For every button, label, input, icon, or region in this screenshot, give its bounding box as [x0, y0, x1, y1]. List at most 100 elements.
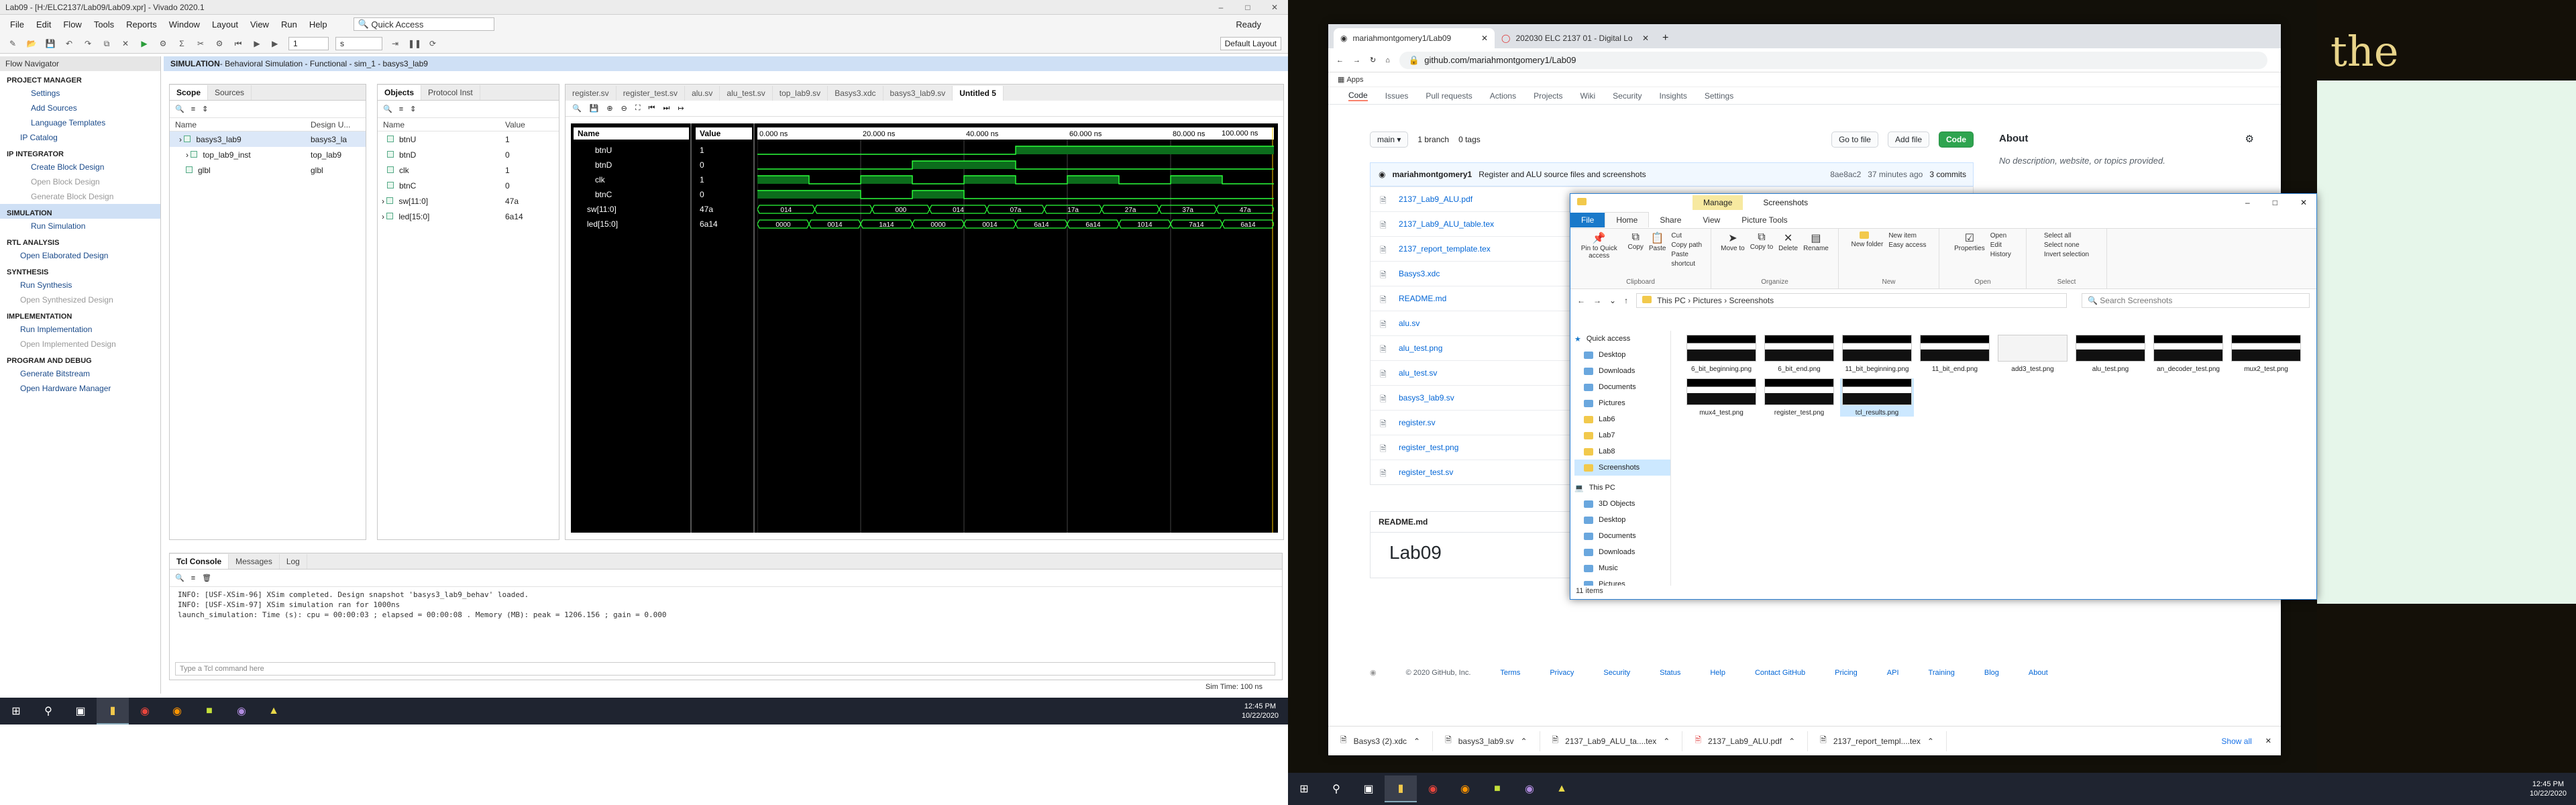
search-icon[interactable]: 🔍: [383, 105, 392, 113]
repo-nav-code[interactable]: Code: [1348, 91, 1368, 101]
flow-run-synthesis[interactable]: Run Synthesis: [0, 278, 160, 292]
tab-log[interactable]: Log: [280, 554, 307, 569]
tab-objects[interactable]: Objects: [378, 85, 422, 100]
repo-nav-insights[interactable]: Insights: [1660, 91, 1687, 101]
move-to-button[interactable]: ➤ Move to: [1721, 231, 1745, 252]
chrome-icon[interactable]: ◉: [129, 698, 161, 724]
back-icon[interactable]: ←: [1577, 296, 1585, 305]
tags-link[interactable]: 0 tags: [1458, 135, 1481, 144]
zoom-in-icon[interactable]: ⊕: [606, 104, 612, 113]
up-icon[interactable]: ↑: [1624, 296, 1628, 305]
file-explorer-icon[interactable]: ▮: [97, 698, 129, 724]
firefox-icon[interactable]: ◉: [161, 698, 193, 724]
paste-button[interactable]: 📋 Paste: [1649, 231, 1666, 269]
system-clock[interactable]: 12:45 PM 10/22/2020: [1242, 702, 1279, 720]
forward-icon[interactable]: →: [1353, 56, 1360, 64]
wave-signal-name[interactable]: led[15:0]: [587, 217, 618, 231]
marker-icon[interactable]: ↦: [678, 104, 684, 113]
flow-open-synthesized-design[interactable]: Open Synthesized Design: [0, 292, 160, 307]
collapse-icon[interactable]: ≡: [191, 574, 195, 582]
maximize-icon[interactable]: □: [1234, 3, 1261, 12]
invert-selection-button[interactable]: Invert selection: [2044, 250, 2089, 260]
download-item[interactable]: 🗎 2137_Lab9_ALU_ta....tex ⌃: [1540, 731, 1683, 751]
tree-item[interactable]: Lab8: [1574, 443, 1670, 460]
section-project-manager[interactable]: PROJECT MANAGER: [0, 71, 160, 86]
tree-item[interactable]: 💻 This PC: [1574, 480, 1670, 496]
zoom-out-icon[interactable]: ⊖: [621, 104, 627, 113]
address-bar[interactable]: 🔒 github.com/mariahmontgomery1/Lab09: [1399, 51, 2267, 69]
new-tab-icon[interactable]: +: [1656, 32, 1675, 48]
properties-button[interactable]: ☑ Properties: [1954, 231, 1985, 260]
file-thumbnail[interactable]: register_test.png: [1762, 378, 1836, 417]
branches-link[interactable]: 1 branch: [1417, 135, 1449, 144]
scope-row[interactable]: › basys3_lab9 basys3_la: [170, 131, 366, 147]
app-icon[interactable]: ▲: [1546, 775, 1578, 802]
tab-register-sv[interactable]: register.sv: [566, 86, 616, 101]
file-thumbnail[interactable]: 11_bit_beginning.png: [1840, 335, 1914, 373]
menu-edit[interactable]: Edit: [30, 19, 57, 30]
section-program-debug[interactable]: PROGRAM AND DEBUG: [0, 352, 160, 366]
menu-layout[interactable]: Layout: [206, 19, 244, 30]
section-synthesis[interactable]: SYNTHESIS: [0, 263, 160, 278]
app-icon[interactable]: ▲: [258, 698, 290, 724]
select-all-button[interactable]: Select all: [2044, 231, 2089, 241]
browser-tab[interactable]: ◯ 202030 ELC 2137 01 - Digital Lo ✕: [1495, 28, 1656, 48]
collapse-icon[interactable]: ≡: [191, 105, 195, 113]
expand-icon[interactable]: ⇕: [202, 105, 208, 113]
clear-icon[interactable]: 🗑: [202, 574, 211, 582]
repo-nav-actions[interactable]: Actions: [1490, 91, 1516, 101]
run-for-icon[interactable]: ▶: [270, 38, 282, 50]
break-icon[interactable]: ❚❚: [408, 38, 421, 50]
scope-row[interactable]: › top_lab9_inst top_lab9: [170, 147, 366, 162]
menu-reports[interactable]: Reports: [120, 19, 163, 30]
new-project-icon[interactable]: ✎: [7, 38, 19, 50]
file-thumbnail[interactable]: an_decoder_test.png: [2151, 335, 2225, 373]
download-item[interactable]: 🗎 2137_report_templ....tex ⌃: [1808, 731, 1947, 751]
run-time-unit-select[interactable]: s: [335, 36, 382, 50]
undo-icon[interactable]: ↶: [63, 38, 75, 50]
gear-icon[interactable]: ⚙: [2245, 133, 2254, 145]
copy-path-button[interactable]: Copy path: [1671, 241, 1705, 250]
tab-file[interactable]: File: [1570, 212, 1605, 227]
maximize-icon[interactable]: □: [2273, 198, 2277, 207]
delete-button[interactable]: ✕ Delete: [1778, 231, 1798, 252]
settings-icon[interactable]: ⚙: [213, 38, 225, 50]
flow-open-implemented-design[interactable]: Open Implemented Design: [0, 337, 160, 352]
flow-settings[interactable]: Settings: [0, 86, 160, 101]
file-thumbnail[interactable]: 6_bit_beginning.png: [1684, 335, 1758, 373]
tree-item[interactable]: Documents: [1574, 379, 1670, 395]
history-button[interactable]: History: [1990, 250, 2011, 260]
repo-nav-pulls[interactable]: Pull requests: [1426, 91, 1472, 101]
menu-tools[interactable]: Tools: [88, 19, 120, 30]
file-thumbnail[interactable]: mux4_test.png: [1684, 378, 1758, 417]
search-icon[interactable]: 🔍: [572, 104, 582, 113]
flow-create-block-design[interactable]: Create Block Design: [0, 160, 160, 174]
object-row[interactable]: clk 1: [378, 162, 559, 178]
tree-item[interactable]: Downloads: [1574, 544, 1670, 560]
close-icon[interactable]: ✕: [1642, 34, 1649, 43]
flow-open-hardware-manager[interactable]: Open Hardware Manager: [0, 381, 160, 396]
tab-sources[interactable]: Sources: [208, 85, 252, 100]
branch-select[interactable]: main ▾: [1370, 131, 1409, 148]
step-icon[interactable]: ⇥: [389, 38, 401, 50]
delete-icon[interactable]: ✕: [119, 38, 131, 50]
paste-shortcut-button[interactable]: Paste shortcut: [1671, 250, 1705, 269]
copy-button[interactable]: ⧉ Copy: [1627, 231, 1643, 269]
pin-button[interactable]: 📌 Pin to Quick access: [1576, 231, 1622, 269]
close-icon[interactable]: ✕: [1481, 34, 1488, 43]
expand-icon[interactable]: ⇕: [410, 105, 416, 113]
task-view-icon[interactable]: ▣: [64, 698, 97, 724]
object-row[interactable]: › led[15:0] 6a14: [378, 209, 559, 224]
file-thumbnail[interactable]: mux2_test.png: [2229, 335, 2303, 373]
tab-basys3-lab9-sv[interactable]: basys3_lab9.sv: [883, 86, 953, 101]
cut-icon[interactable]: ✂: [195, 38, 207, 50]
menu-flow[interactable]: Flow: [57, 19, 87, 30]
chevron-up-icon[interactable]: ⌃: [1927, 737, 1934, 746]
show-all-button[interactable]: Show all: [2221, 737, 2251, 746]
chrome-icon[interactable]: ◉: [1417, 775, 1449, 802]
close-icon[interactable]: ✕: [2300, 198, 2307, 207]
copy-to-button[interactable]: ⧉ Copy to: [1750, 231, 1773, 252]
tab-home[interactable]: Home: [1605, 212, 1650, 227]
go-end-icon[interactable]: ⏭: [663, 104, 669, 113]
object-row[interactable]: btnU 1: [378, 131, 559, 147]
